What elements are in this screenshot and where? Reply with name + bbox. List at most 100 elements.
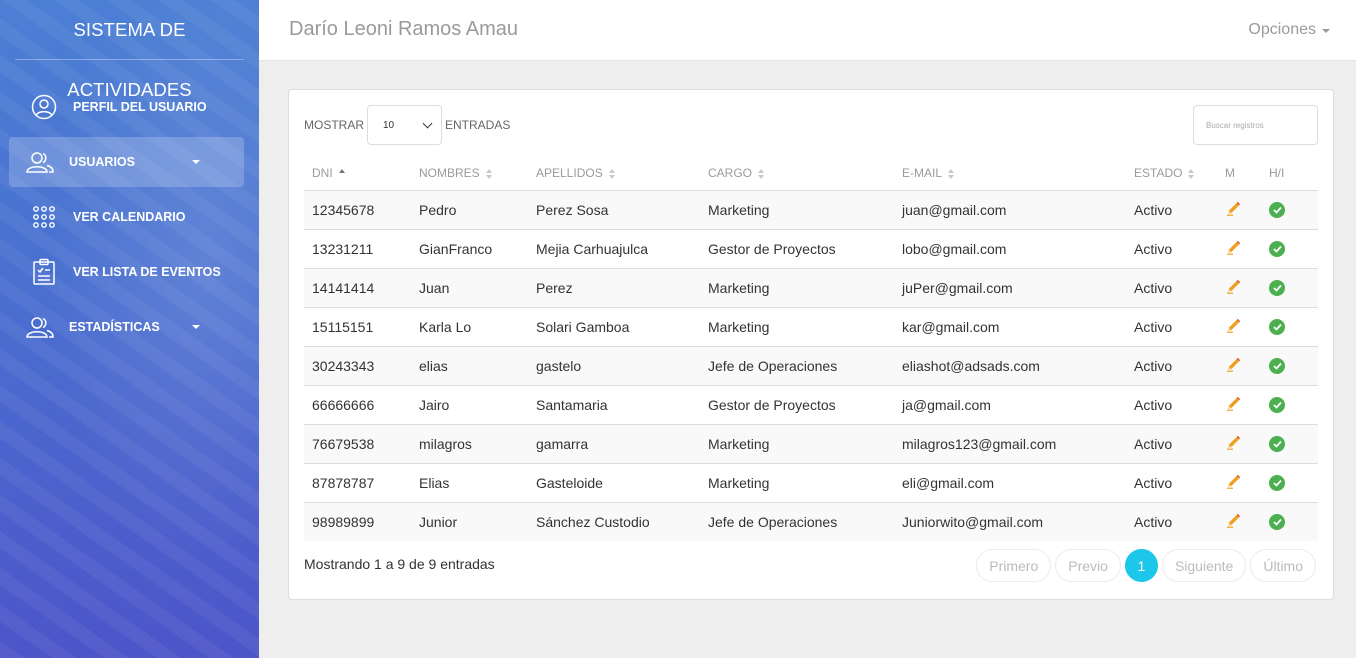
sidebar-item-label: ESTADÍSTICAS (69, 320, 160, 334)
table-row: 14141414 Juan Perez Marketing juPer@gmail.co… (304, 267, 1318, 307)
sidebar-item-eventos[interactable]: VER LISTA DE EVENTOS (9, 247, 244, 297)
table-row: 13231211 GianFranco Mejia Carhuajulca Gesto… (304, 228, 1318, 268)
cell-cargo: Marketing (700, 267, 894, 307)
search-input[interactable] (1193, 105, 1318, 145)
sort-icon (758, 168, 765, 179)
cell-email: ja@gmail.com (894, 384, 1126, 424)
edit-pencil-icon[interactable] (1225, 396, 1242, 415)
status-cell (1261, 190, 1318, 229)
cell-estado: Activo (1126, 462, 1217, 502)
edit-pencil-icon[interactable] (1225, 474, 1242, 493)
column-header-nombres[interactable]: NOMBRES (411, 156, 528, 191)
cell-cargo: Gestor de Proyectos (700, 228, 894, 268)
cell-estado: Activo (1126, 228, 1217, 268)
sidebar: SISTEMA DE ACTIVIDADES PERFIL DEL USUARI… (0, 0, 259, 658)
cell-dni: 30243343 (304, 345, 411, 385)
cell-email: eli@gmail.com (894, 462, 1126, 502)
options-dropdown[interactable]: Opciones (1248, 21, 1330, 39)
sidebar-item-label: USUARIOS (69, 155, 135, 169)
status-cell (1261, 384, 1318, 424)
edit-pencil-icon[interactable] (1225, 318, 1242, 337)
user-circle-icon (27, 90, 61, 124)
chevron-down-icon (192, 325, 200, 329)
sort-icon (608, 168, 616, 179)
sidebar-item-label: PERFIL DEL USUARIO (73, 100, 207, 114)
check-circle-icon[interactable] (1269, 436, 1285, 452)
sidebar-item-estadisticas[interactable]: ESTADÍSTICAS (9, 302, 244, 352)
check-circle-icon[interactable] (1269, 241, 1285, 257)
cell-nombres: Elias (411, 462, 528, 502)
edit-pencil-icon[interactable] (1225, 513, 1242, 532)
edit-pencil-icon[interactable] (1225, 240, 1242, 259)
users-table-card: MOSTRAR 10 ENTRADAS DNI NOMBRES APELLIDO… (288, 89, 1334, 600)
users-table: DNI NOMBRES APELLIDOS CARGO E-MAIL ESTAD… (304, 156, 1318, 541)
cell-estado: Activo (1126, 384, 1217, 424)
column-header-estado[interactable]: ESTADO (1126, 156, 1217, 191)
users-icon (23, 145, 57, 179)
status-cell (1261, 345, 1318, 385)
cell-cargo: Marketing (700, 423, 894, 463)
chevron-down-icon (422, 118, 433, 129)
column-header-email[interactable]: E-MAIL (894, 156, 1126, 191)
pagination-page-1[interactable]: 1 (1124, 549, 1158, 582)
cell-apellidos: Gasteloide (528, 462, 700, 502)
page-size-value: 10 (383, 119, 395, 131)
check-circle-icon[interactable] (1269, 319, 1285, 335)
cell-apellidos: Mejia Carhuajulca (528, 228, 700, 268)
edit-pencil-icon[interactable] (1225, 279, 1242, 298)
check-circle-icon[interactable] (1269, 397, 1285, 413)
cell-nombres: GianFranco (411, 228, 528, 268)
entries-label: ENTRADAS (445, 118, 511, 132)
table-row: 66666666 Jairo Santamaria Gestor de Proyect… (304, 384, 1318, 424)
cell-estado: Activo (1126, 306, 1217, 346)
cell-email: lobo@gmail.com (894, 228, 1126, 268)
cell-apellidos: Sánchez Custodio (528, 501, 700, 541)
status-cell (1261, 501, 1318, 541)
sort-icon (948, 168, 955, 179)
page-size-select[interactable]: 10 (367, 105, 442, 145)
cell-dni: 15115151 (304, 306, 411, 346)
cell-cargo: Marketing (700, 462, 894, 502)
sort-icon (485, 168, 493, 179)
cell-apellidos: gamarra (528, 423, 700, 463)
check-circle-icon[interactable] (1269, 280, 1285, 296)
edit-pencil-icon[interactable] (1225, 357, 1242, 376)
pagination-last-button[interactable]: Último (1250, 549, 1316, 582)
app-brand[interactable]: SISTEMA DE ACTIVIDADES (15, 0, 244, 100)
edit-pencil-icon[interactable] (1225, 201, 1242, 220)
table-body: 12345678 Pedro Perez Sosa Marketing juan@gma… (304, 190, 1318, 541)
top-navbar: Darío Leoni Ramos Amau Opciones (259, 0, 1356, 61)
sidebar-item-calendario[interactable]: VER CALENDARIO (9, 192, 244, 242)
sidebar-item-usuarios[interactable]: USUARIOS (9, 137, 244, 187)
check-circle-icon[interactable] (1269, 475, 1285, 491)
cell-apellidos: Solari Gamboa (528, 306, 700, 346)
status-cell (1261, 423, 1318, 463)
check-circle-icon[interactable] (1269, 514, 1285, 531)
sidebar-item-perfil[interactable]: PERFIL DEL USUARIO (9, 82, 244, 132)
check-circle-icon[interactable] (1269, 358, 1285, 374)
cell-cargo: Marketing (700, 306, 894, 346)
column-header-dni[interactable]: DNI (304, 156, 411, 191)
cell-nombres: milagros (411, 423, 528, 463)
column-header-cargo[interactable]: CARGO (700, 156, 894, 191)
edit-pencil-icon[interactable] (1225, 435, 1242, 454)
edit-cell (1217, 423, 1261, 463)
pagination-prev-button[interactable]: Previo (1055, 549, 1121, 582)
table-header-row: DNI NOMBRES APELLIDOS CARGO E-MAIL ESTAD… (304, 156, 1318, 191)
column-header-apellidos[interactable]: APELLIDOS (528, 156, 700, 191)
caret-down-icon (1322, 29, 1330, 33)
options-label: Opciones (1248, 21, 1316, 38)
page-title: Darío Leoni Ramos Amau (289, 18, 519, 40)
users-icon (23, 310, 57, 344)
edit-cell (1217, 501, 1261, 541)
pagination-next-button[interactable]: Siguiente (1161, 549, 1247, 582)
check-circle-icon[interactable] (1269, 202, 1285, 218)
cell-dni: 87878787 (304, 462, 411, 502)
pagination-first-button[interactable]: Primero (976, 549, 1052, 582)
cell-estado: Activo (1126, 501, 1217, 541)
cell-cargo: Jefe de Operaciones (700, 501, 894, 541)
sidebar-item-label: VER LISTA DE EVENTOS (73, 265, 221, 279)
cell-nombres: Karla Lo (411, 306, 528, 346)
table-row: 98989899 Junior Sánchez Custodio Jefe de Op… (304, 501, 1318, 541)
table-row: 15115151 Karla Lo Solari Gamboa Marketing ka… (304, 306, 1318, 346)
